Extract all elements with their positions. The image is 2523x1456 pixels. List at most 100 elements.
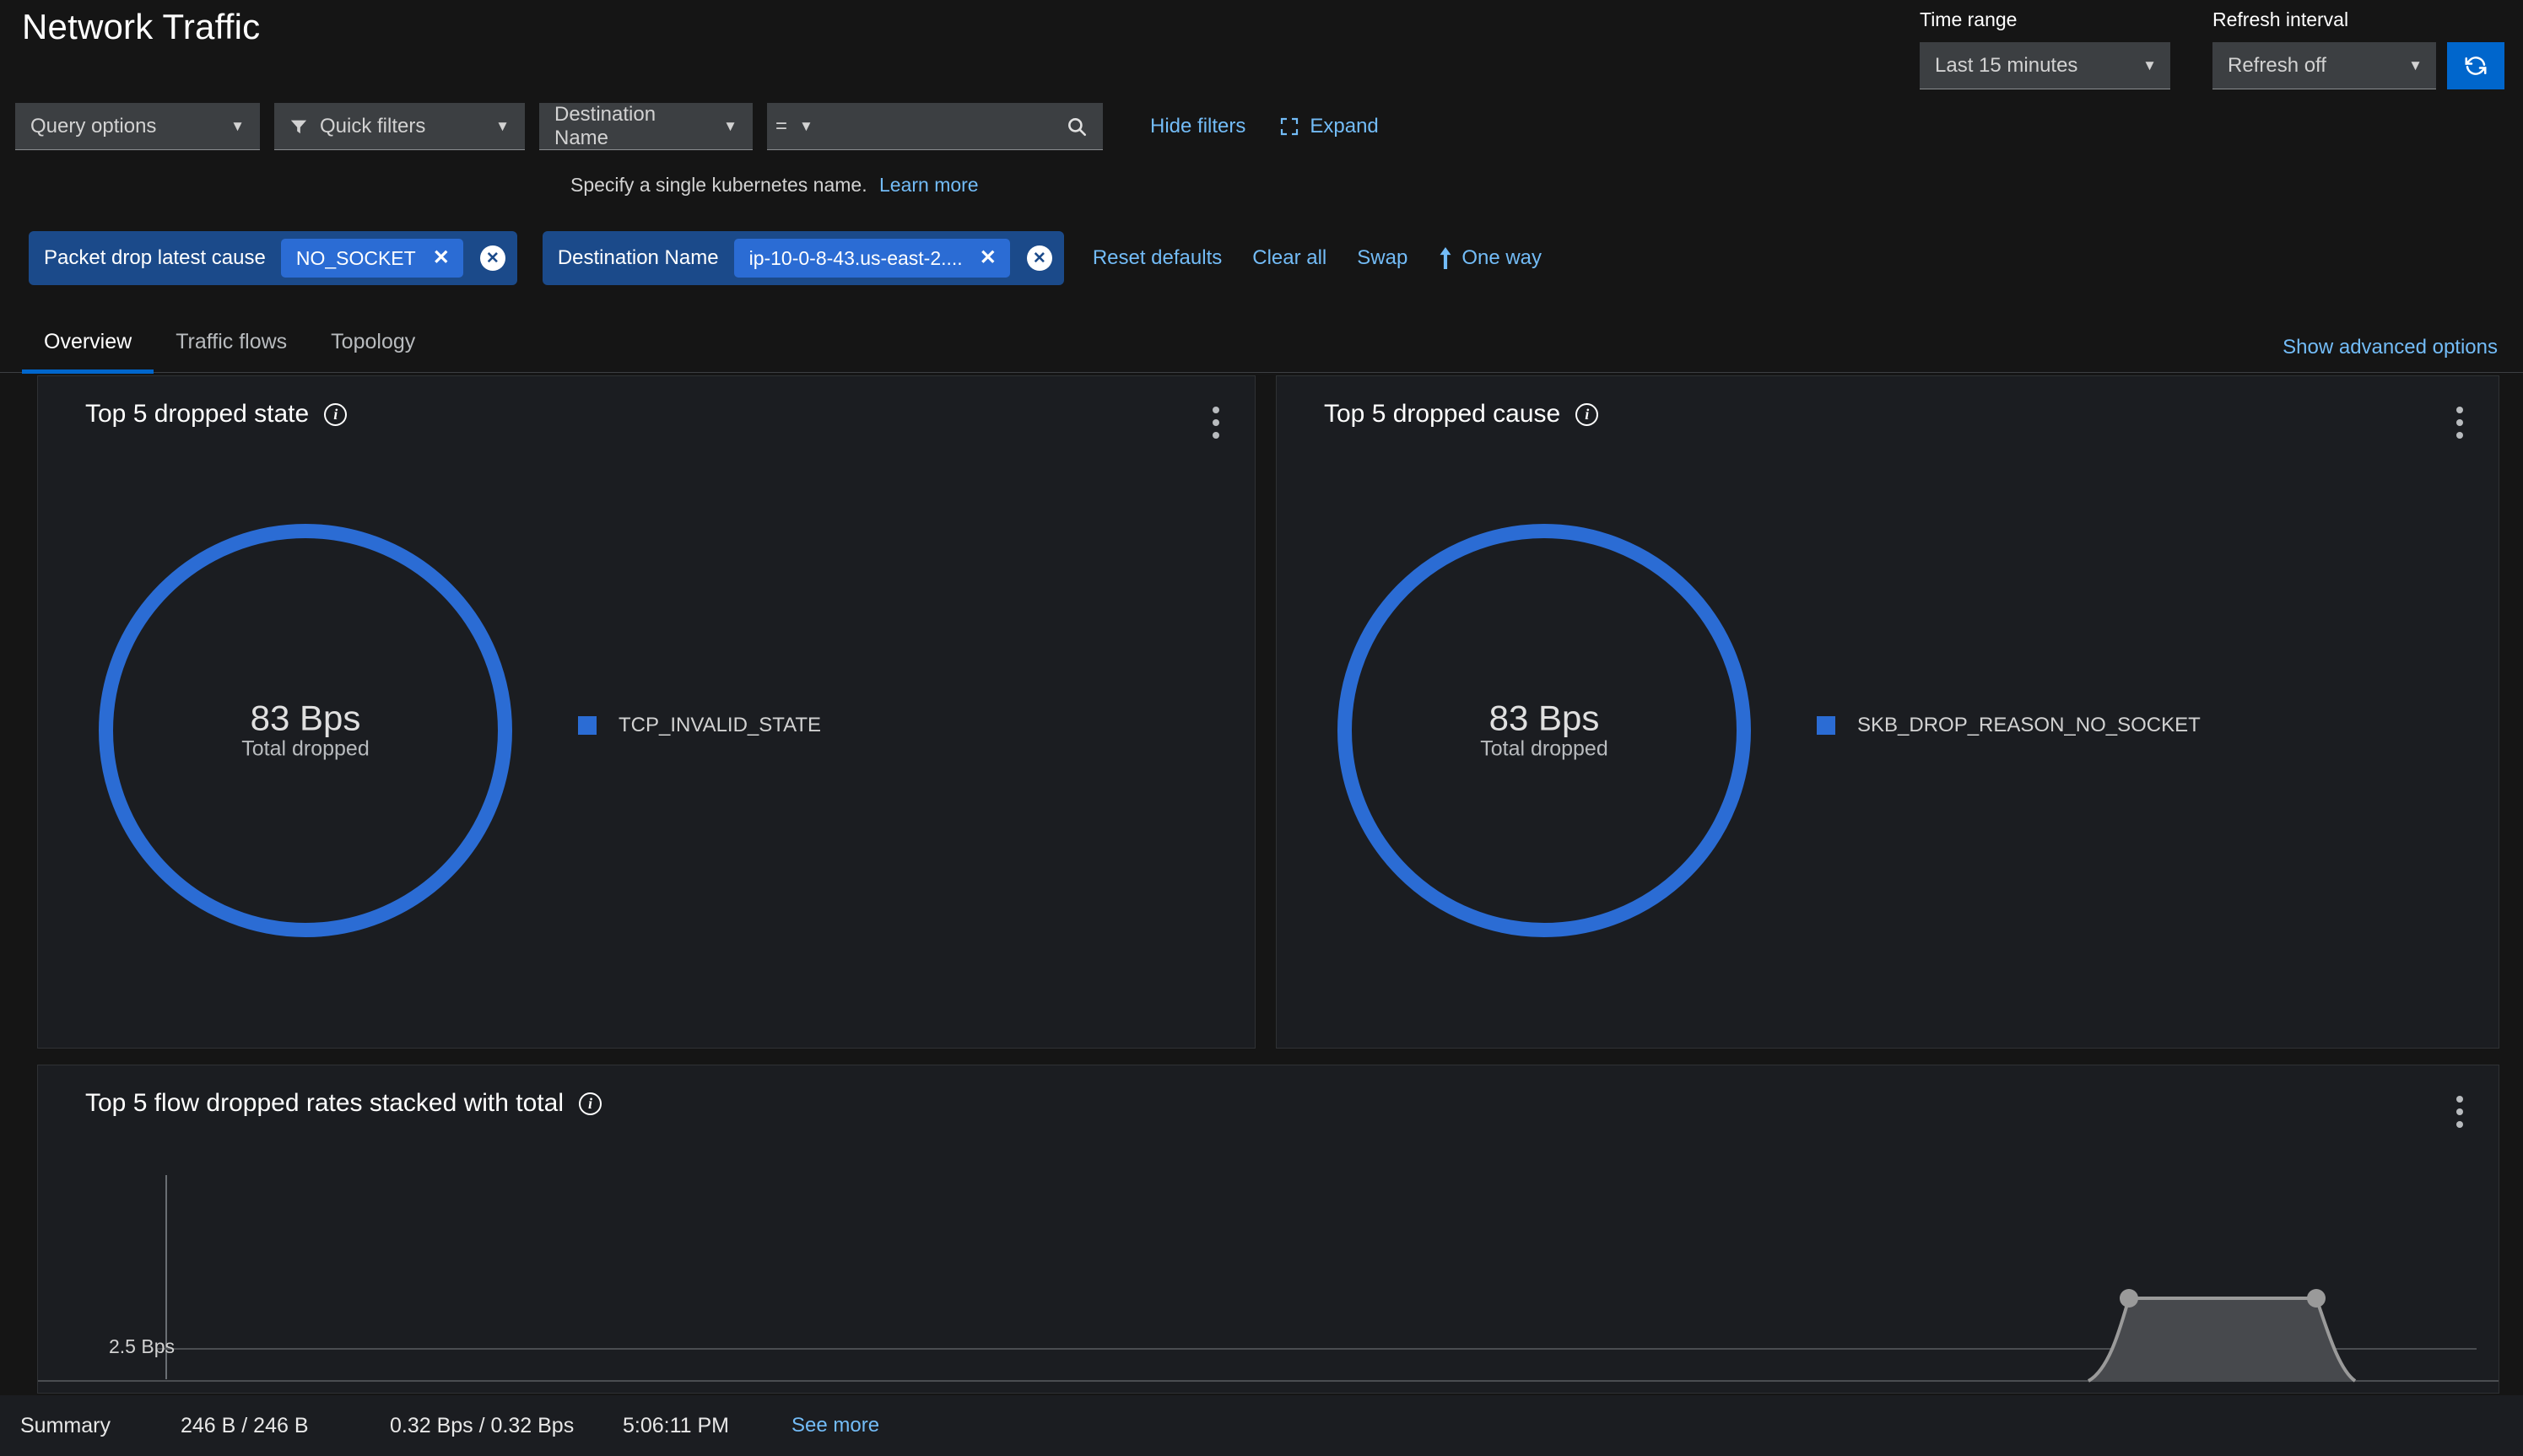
legend-swatch	[578, 716, 597, 735]
donut-chart-dropped-state: 83 Bps Total dropped TCP_INVALID_STATE	[38, 452, 1255, 992]
summary-rates: 0.32 Bps / 0.32 Bps	[390, 1413, 575, 1437]
donut-chart-dropped-cause: 83 Bps Total dropped SKB_DROP_REASON_NO_…	[1277, 452, 2499, 992]
network-traffic-page: Network Traffic Time range Last 15 minut…	[0, 0, 2523, 1456]
refresh-icon	[2465, 57, 2487, 75]
query-options-button[interactable]: Query options ▼	[15, 103, 260, 150]
time-range-select[interactable]: Last 15 minutes ▼	[1920, 42, 2170, 89]
time-range-value: Last 15 minutes	[1935, 53, 2078, 77]
summary-bytes: 246 B / 246 B	[181, 1413, 309, 1437]
search-button[interactable]	[1051, 103, 1103, 150]
expand-button[interactable]: Expand	[1279, 115, 1379, 138]
time-range-group: Time range Last 15 minutes ▼	[1920, 8, 2170, 89]
query-options-label: Query options	[30, 114, 157, 138]
operator-select[interactable]: = ▼	[767, 103, 820, 150]
legend-label: SKB_DROP_REASON_NO_SOCKET	[1857, 714, 2201, 736]
panel-flow-dropped-rates: Top 5 flow dropped rates stacked with to…	[37, 1065, 2499, 1394]
donut-total-label: Total dropped	[241, 736, 370, 761]
legend-label: TCP_INVALID_STATE	[619, 714, 822, 736]
operator-label: =	[775, 114, 788, 138]
learn-more-link[interactable]: Learn more	[879, 174, 979, 196]
info-icon[interactable]: i	[324, 402, 348, 426]
chevron-down-icon: ▼	[2142, 57, 2157, 73]
expand-icon	[1281, 117, 1299, 136]
filter-chip-value-text: NO_SOCKET	[295, 246, 416, 269]
filter-chip-category: Packet drop latest cause	[44, 246, 266, 269]
y-axis-tick-label: 2.5 Bps	[109, 1335, 175, 1357]
chevron-down-icon: ▼	[230, 117, 245, 134]
refresh-interval-select[interactable]: Refresh off ▼	[2212, 42, 2436, 89]
panel-menu-button[interactable]	[2451, 1091, 2468, 1133]
one-way-label: One way	[1461, 246, 1542, 269]
filter-field-select[interactable]: Destination Name ▼	[539, 103, 753, 150]
clear-filter-icon[interactable]: ✕	[479, 245, 505, 271]
time-controls: Time range Last 15 minutes ▼ Refresh int…	[1920, 8, 2504, 89]
remove-value-icon[interactable]: ✕	[980, 248, 997, 268]
panel-menu-button[interactable]	[1207, 402, 1224, 444]
expand-label: Expand	[1310, 115, 1379, 138]
chart-legend: SKB_DROP_REASON_NO_SOCKET	[1817, 714, 2201, 737]
chevron-down-icon: ▼	[495, 117, 510, 134]
clear-all-link[interactable]: Clear all	[1252, 246, 1326, 270]
reset-defaults-link[interactable]: Reset defaults	[1093, 246, 1222, 270]
area-chart[interactable]: 2.5 Bps	[38, 1158, 2499, 1394]
panel-title-text: Top 5 dropped state	[85, 400, 310, 428]
refresh-interval-value: Refresh off	[2228, 53, 2326, 77]
panel-title: Top 5 flow dropped rates stacked with to…	[85, 1089, 602, 1118]
donut-ring: 83 Bps Total dropped	[99, 524, 512, 937]
panel-dropped-cause: Top 5 dropped cause i 83 Bps Total dropp…	[1276, 375, 2499, 1049]
donut-total-value: 83 Bps	[1488, 698, 1600, 738]
legend-swatch	[1817, 716, 1835, 735]
chart-legend: TCP_INVALID_STATE	[578, 714, 821, 737]
filter-value-input[interactable]	[820, 103, 1051, 150]
tab-traffic-flows[interactable]: Traffic flows	[154, 330, 309, 373]
summary-title: Summary	[20, 1413, 111, 1437]
donut-center-label: 83 Bps Total dropped	[1352, 699, 1737, 761]
refresh-interval-group: Refresh interval Refresh off ▼	[2212, 8, 2504, 89]
info-icon[interactable]: i	[578, 1092, 602, 1115]
area-chart-svg	[38, 1175, 2499, 1383]
time-range-label: Time range	[1920, 8, 2018, 30]
swap-link[interactable]: Swap	[1357, 246, 1407, 270]
arrow-up-icon	[1440, 247, 1451, 269]
tab-bar: Overview Traffic flows Topology	[0, 307, 2523, 374]
filter-chip-value-text: ip-10-0-8-43.us-east-2....	[748, 246, 963, 269]
info-icon[interactable]: i	[1575, 402, 1599, 426]
filter-chip-category: Destination Name	[557, 246, 719, 269]
quick-filters-button[interactable]: Quick filters ▼	[274, 103, 525, 150]
see-more-link[interactable]: See more	[791, 1414, 879, 1437]
one-way-toggle[interactable]: One way	[1438, 246, 1542, 270]
panel-dropped-state: Top 5 dropped state i 83 Bps Total dropp…	[37, 375, 1256, 1049]
panel-title: Top 5 dropped state i	[85, 400, 348, 429]
filter-chip: Packet drop latest cause NO_SOCKET ✕ ✕	[29, 231, 517, 285]
clear-filter-icon[interactable]: ✕	[1026, 245, 1052, 271]
show-advanced-options-link[interactable]: Show advanced options	[2283, 336, 2498, 359]
filter-chip-value[interactable]: ip-10-0-8-43.us-east-2.... ✕	[733, 239, 1010, 278]
tab-overview[interactable]: Overview	[22, 330, 154, 374]
legend-item[interactable]: SKB_DROP_REASON_NO_SOCKET	[1817, 714, 2201, 737]
quick-filters-label: Quick filters	[320, 114, 426, 138]
refresh-interval-label: Refresh interval	[2212, 8, 2349, 30]
summary-bar: Summary 246 B / 246 B 0.32 Bps / 0.32 Bp…	[0, 1395, 2523, 1456]
legend-item[interactable]: TCP_INVALID_STATE	[578, 714, 821, 737]
tab-topology[interactable]: Topology	[309, 330, 437, 373]
filter-chip-value[interactable]: NO_SOCKET ✕	[280, 239, 463, 278]
chevron-down-icon: ▼	[2408, 57, 2423, 73]
filter-chip: Destination Name ip-10-0-8-43.us-east-2.…	[542, 231, 1064, 285]
refresh-button[interactable]	[2447, 42, 2504, 89]
summary-time: 5:06:11 PM	[623, 1413, 730, 1437]
filter-hint: Specify a single kubernetes name. Learn …	[570, 174, 979, 197]
donut-ring: 83 Bps Total dropped	[1337, 524, 1751, 937]
remove-value-icon[interactable]: ✕	[433, 248, 450, 268]
search-icon	[1068, 117, 1087, 136]
donut-total-label: Total dropped	[1480, 736, 1608, 761]
query-bar: Query options ▼ Quick filters ▼ Destinat…	[15, 103, 1379, 150]
panel-title-text: Top 5 flow dropped rates stacked with to…	[85, 1089, 564, 1117]
active-filters: Packet drop latest cause NO_SOCKET ✕ ✕ D…	[29, 231, 1542, 285]
donut-center-label: 83 Bps Total dropped	[113, 699, 498, 761]
panel-menu-button[interactable]	[2451, 402, 2468, 444]
donut-total-value: 83 Bps	[250, 698, 361, 738]
chevron-down-icon: ▼	[723, 117, 737, 134]
filter-field-label: Destination Name	[554, 102, 656, 149]
hide-filters-link[interactable]: Hide filters	[1150, 115, 1245, 138]
filter-hint-text: Specify a single kubernetes name.	[570, 174, 867, 196]
